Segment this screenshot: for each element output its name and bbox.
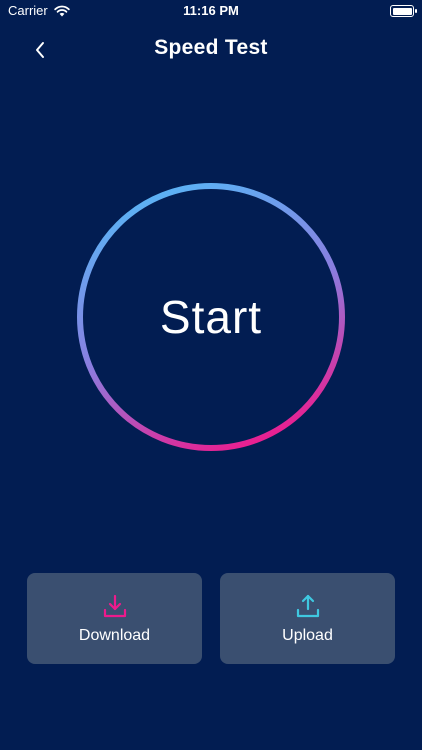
download-button[interactable]: Download <box>27 573 202 664</box>
download-icon <box>103 594 126 617</box>
status-time: 11:16 PM <box>183 3 239 18</box>
page-title: Speed Test <box>154 36 268 59</box>
download-label: Download <box>78 626 151 644</box>
upload-icon <box>296 594 319 617</box>
upload-button[interactable]: Upload <box>220 573 395 664</box>
status-bar: Carrier 11:16 PM <box>0 0 422 22</box>
start-label: Start <box>159 291 263 343</box>
battery-icon <box>390 5 417 17</box>
nav-bar: Speed Test <box>0 30 422 70</box>
speed-test-screen: Carrier 11:16 PM Speed Test Start Downlo… <box>0 0 422 750</box>
upload-label: Upload <box>282 626 333 644</box>
start-button[interactable]: Start <box>76 182 346 452</box>
